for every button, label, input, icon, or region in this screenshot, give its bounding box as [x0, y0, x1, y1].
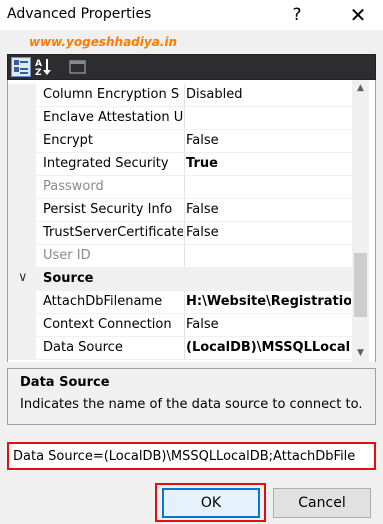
categorized-view-icon[interactable] — [11, 57, 31, 77]
watermark-text: www.yogeshhadiya.in — [29, 35, 178, 49]
property-name: Persist Security Info — [43, 202, 173, 217]
property-value[interactable]: H:\Website\Registration — [186, 294, 351, 309]
category-label: Source — [43, 271, 94, 286]
svg-text:Z: Z — [35, 68, 42, 77]
property-row-integrated-security[interactable]: Integrated Security True — [8, 153, 353, 176]
property-row-enclave-attestation[interactable]: Enclave Attestation U — [8, 107, 353, 130]
property-row-user-id[interactable]: User ID — [8, 245, 353, 268]
property-name: User ID — [43, 248, 91, 263]
property-name: Enclave Attestation U — [43, 110, 183, 125]
property-pages-icon[interactable] — [68, 57, 88, 77]
description-title: Data Source — [20, 375, 110, 390]
connection-string-field[interactable] — [13, 447, 370, 466]
cancel-button[interactable]: Cancel — [273, 488, 371, 518]
alphabetical-sort-icon[interactable]: A Z — [34, 57, 54, 78]
description-text: Indicates the name of the data source to… — [20, 397, 363, 412]
property-name: Data Source — [43, 340, 123, 355]
property-name: Integrated Security — [43, 156, 169, 171]
scroll-up-icon[interactable]: ▲ — [352, 80, 369, 97]
property-name: Encrypt — [43, 133, 93, 148]
property-row-persist-security-info[interactable]: Persist Security Info False — [8, 199, 353, 222]
scroll-thumb[interactable] — [354, 253, 367, 317]
ok-button[interactable]: OK — [162, 488, 260, 518]
scroll-down-icon[interactable]: ▼ — [352, 345, 369, 362]
vertical-scrollbar[interactable]: ▲ ▼ — [352, 80, 369, 362]
window-title: Advanced Properties — [7, 6, 152, 22]
chevron-down-icon[interactable]: ∨ — [18, 270, 28, 285]
property-grid-toolbar: A Z — [7, 54, 376, 80]
property-value[interactable]: False — [186, 202, 351, 217]
property-value[interactable]: False — [186, 225, 351, 240]
property-value[interactable]: True — [186, 156, 351, 171]
property-row-encrypt[interactable]: Encrypt False — [8, 130, 353, 153]
help-button[interactable]: ? — [279, 0, 315, 30]
property-grid[interactable]: Column Encryption S Disabled Enclave Att… — [7, 80, 376, 362]
property-value[interactable]: False — [186, 317, 351, 332]
property-name: AttachDbFilename — [43, 294, 163, 309]
title-bar: Advanced Properties ? ✕ — [0, 0, 383, 30]
description-panel: Data Source Indicates the name of the da… — [7, 368, 376, 425]
category-source[interactable]: ∨ Source — [8, 268, 353, 291]
connection-string-box — [7, 442, 376, 470]
property-name: Column Encryption S — [43, 87, 180, 102]
property-row-context-connection[interactable]: Context Connection False — [8, 314, 353, 337]
close-button[interactable]: ✕ — [340, 0, 376, 30]
property-value[interactable]: Disabled — [186, 87, 351, 102]
property-row-trust-server-certificate[interactable]: TrustServerCertificate False — [8, 222, 353, 245]
property-value[interactable]: (LocalDB)\MSSQLLocalD — [186, 340, 351, 355]
property-name: TrustServerCertificate — [43, 225, 183, 240]
property-value[interactable]: False — [186, 133, 351, 148]
property-name: Password — [43, 179, 104, 194]
property-row-column-encryption[interactable]: Column Encryption S Disabled — [8, 84, 353, 107]
property-row-data-source[interactable]: Data Source (LocalDB)\MSSQLLocalD — [8, 337, 353, 360]
property-name: Context Connection — [43, 317, 172, 332]
property-row-password[interactable]: Password — [8, 176, 353, 199]
property-row-attach-db-filename[interactable]: AttachDbFilename H:\Website\Registration — [8, 291, 353, 314]
